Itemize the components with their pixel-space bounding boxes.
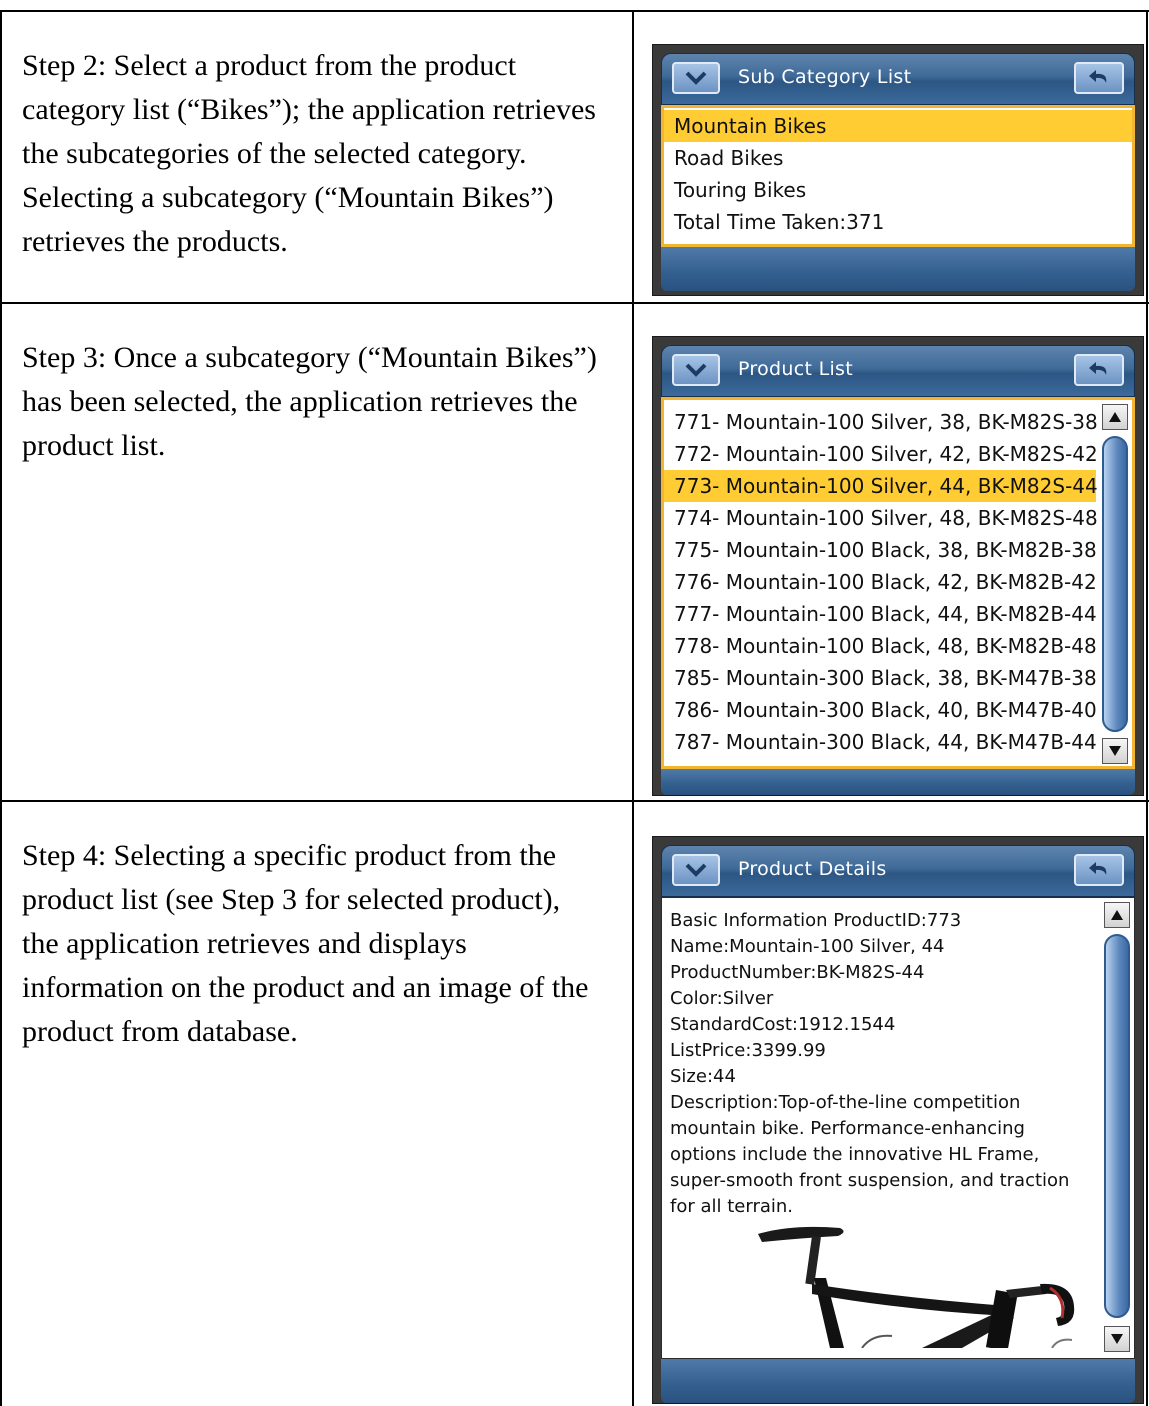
step-4-description: Step 4: Selecting a specific product fro… <box>22 834 602 1054</box>
list-item[interactable]: Road Bikes <box>664 142 1132 174</box>
row-divider <box>0 302 1149 304</box>
back-arrow-icon <box>1089 362 1107 375</box>
bottom-bar <box>661 769 1135 795</box>
window-title: Product Details <box>738 858 887 880</box>
chevron-down-icon <box>685 863 707 877</box>
title-bar: Product List <box>661 345 1135 397</box>
list-item[interactable]: 786- Mountain-300 Black, 40, BK-M47B-40 <box>664 694 1097 726</box>
bottom-bar <box>661 247 1135 291</box>
scroll-down-button[interactable] <box>1104 1326 1130 1352</box>
window-title: Sub Category List <box>738 66 912 88</box>
scroll-up-button[interactable] <box>1102 404 1128 430</box>
detail-line: ProductNumber:BK-M82S-44 <box>670 962 925 983</box>
list-item[interactable]: 785- Mountain-300 Black, 38, BK-M47B-38 <box>664 662 1097 694</box>
scroll-up-arrow-icon <box>1109 412 1121 422</box>
menu-button[interactable] <box>672 854 720 886</box>
product-list: 771- Mountain-100 Silver, 38, BK-M82S-38… <box>661 397 1135 769</box>
list-item[interactable]: 775- Mountain-100 Black, 38, BK-M82B-38 <box>664 534 1097 566</box>
scroll-down-arrow-icon <box>1111 1334 1123 1344</box>
title-bar: Sub Category List <box>661 53 1135 105</box>
window-title: Product List <box>738 358 853 380</box>
back-button[interactable] <box>1074 854 1124 886</box>
list-item[interactable]: 771- Mountain-100 Silver, 38, BK-M82S-38 <box>664 406 1098 438</box>
back-button[interactable] <box>1074 354 1124 386</box>
product-details-window: Product Details Basic Information Produc… <box>652 836 1144 1404</box>
step-4-text: Step 4: Selecting a specific product fro… <box>22 839 589 1048</box>
menu-button[interactable] <box>672 354 720 386</box>
scrollbar[interactable] <box>1102 404 1128 764</box>
back-button[interactable] <box>1074 62 1124 94</box>
scroll-thumb[interactable] <box>1104 934 1130 1318</box>
menu-button[interactable] <box>672 62 720 94</box>
scroll-down-button[interactable] <box>1102 738 1128 764</box>
document-page: Step 2: Select a product from the produc… <box>0 0 1149 1406</box>
detail-line: Basic Information ProductID:773 <box>670 910 962 931</box>
detail-line: ListPrice:3399.99 <box>670 1040 826 1061</box>
table-top-border <box>0 10 1149 12</box>
list-item[interactable]: Total Time Taken:371 <box>664 206 1132 238</box>
bottom-bar <box>661 1359 1135 1403</box>
scroll-thumb[interactable] <box>1102 436 1128 732</box>
scrollbar[interactable] <box>1104 902 1130 1352</box>
list-item[interactable]: Mountain Bikes <box>664 110 1132 142</box>
product-details: Basic Information ProductID:773 Name:Moun… <box>661 897 1135 1359</box>
row-divider <box>0 800 1149 802</box>
list-item[interactable]: 773- Mountain-100 Silver, 44, BK-M82S-44 <box>664 470 1098 502</box>
detail-line: Size:44 <box>670 1066 736 1087</box>
list-item[interactable]: 776- Mountain-100 Black, 42, BK-M82B-42 <box>664 566 1097 598</box>
table-right-border <box>1146 10 1148 1406</box>
list-item[interactable]: 787- Mountain-300 Black, 44, BK-M47B-44 <box>664 726 1097 758</box>
detail-line: StandardCost:1912.1544 <box>670 1014 896 1035</box>
detail-line: Color:Silver <box>670 988 774 1009</box>
scroll-up-button[interactable] <box>1104 902 1130 928</box>
chevron-down-icon <box>685 71 707 85</box>
back-arrow-icon <box>1089 70 1107 83</box>
product-list-window: Product List 771- Mountain-100 Silver, 3… <box>652 336 1144 796</box>
list-item[interactable]: 774- Mountain-100 Silver, 48, BK-M82S-48 <box>664 502 1098 534</box>
back-arrow-icon <box>1089 862 1107 875</box>
table-left-border <box>0 10 2 1406</box>
chevron-down-icon <box>685 363 707 377</box>
step-2-text: Step 2: Select a product from the produc… <box>22 49 596 258</box>
subcategory-window: Sub Category List Mountain Bikes Road Bik… <box>652 44 1144 296</box>
list-item[interactable]: 772- Mountain-100 Silver, 42, BK-M82S-42 <box>664 438 1098 470</box>
step-3-text: Step 3: Once a subcategory (“Mountain Bi… <box>22 341 597 462</box>
scroll-up-arrow-icon <box>1111 910 1123 920</box>
column-divider <box>632 10 634 1406</box>
detail-line: Name:Mountain-100 Silver, 44 <box>670 936 945 957</box>
title-bar: Product Details <box>661 845 1135 897</box>
scroll-down-arrow-icon <box>1109 746 1121 756</box>
step-2-description: Step 2: Select a product from the produc… <box>22 44 602 264</box>
list-item[interactable]: 778- Mountain-100 Black, 48, BK-M82B-48 <box>664 630 1097 662</box>
subcategory-list: Mountain Bikes Road Bikes Touring Bikes Tot… <box>661 105 1135 247</box>
list-item[interactable]: Touring Bikes <box>664 174 1132 206</box>
bike-image <box>758 1226 1075 1348</box>
step-3-description: Step 3: Once a subcategory (“Mountain Bi… <box>22 336 602 468</box>
list-item[interactable]: 777- Mountain-100 Black, 44, BK-M82B-44 <box>664 598 1097 630</box>
